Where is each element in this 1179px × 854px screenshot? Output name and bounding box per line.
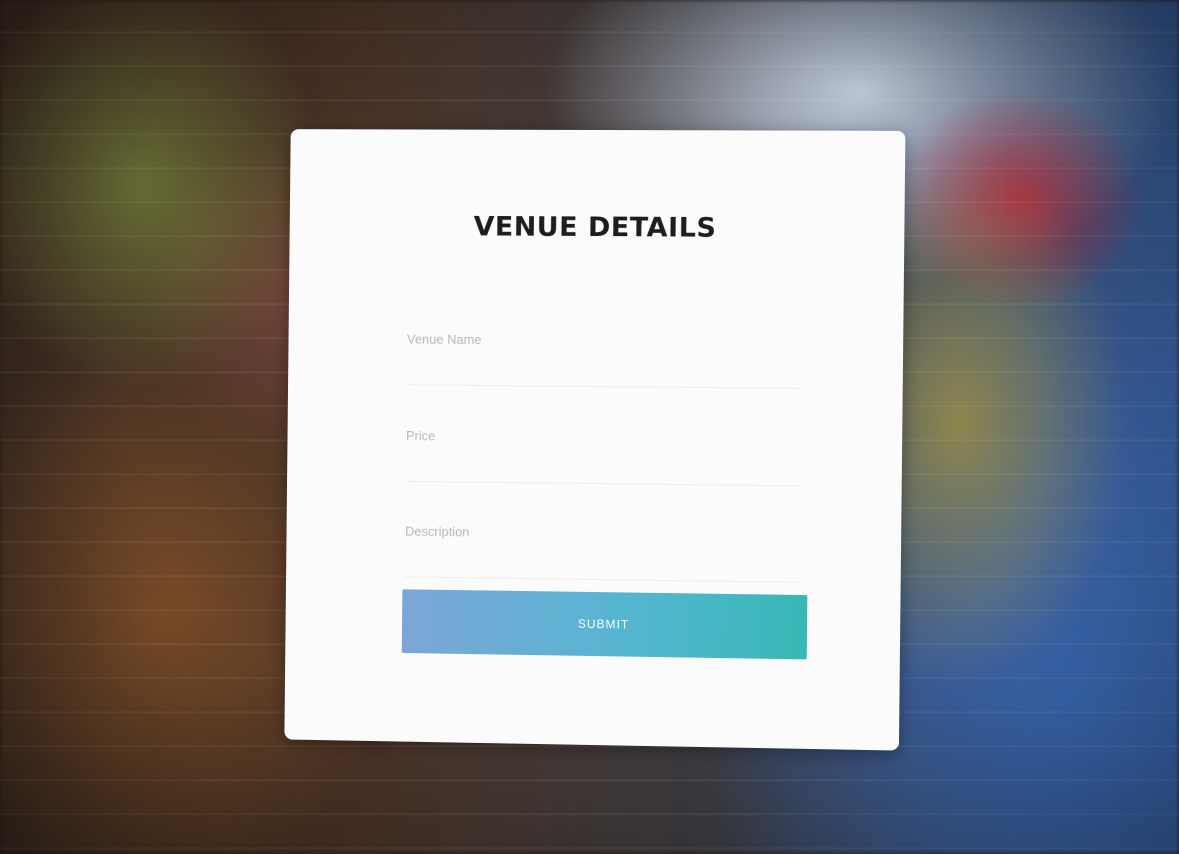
venue-name-input[interactable] <box>407 352 801 388</box>
form-title: VENUE DETAILS <box>290 211 905 245</box>
price-input[interactable] <box>406 449 800 486</box>
screen: VENUE DETAILS Venue Name Price Descripti… <box>0 0 1179 854</box>
description-field-group: Description <box>405 524 795 583</box>
price-field-group: Price <box>406 428 796 486</box>
venue-details-form: VENUE DETAILS Venue Name Price Descripti… <box>284 129 905 750</box>
venue-name-label: Venue Name <box>407 332 797 350</box>
venue-name-field-group: Venue Name <box>407 332 797 389</box>
submit-button[interactable]: SUBMIT <box>402 589 808 659</box>
price-label: Price <box>406 428 796 447</box>
description-label: Description <box>405 524 795 544</box>
description-input[interactable] <box>405 545 799 583</box>
